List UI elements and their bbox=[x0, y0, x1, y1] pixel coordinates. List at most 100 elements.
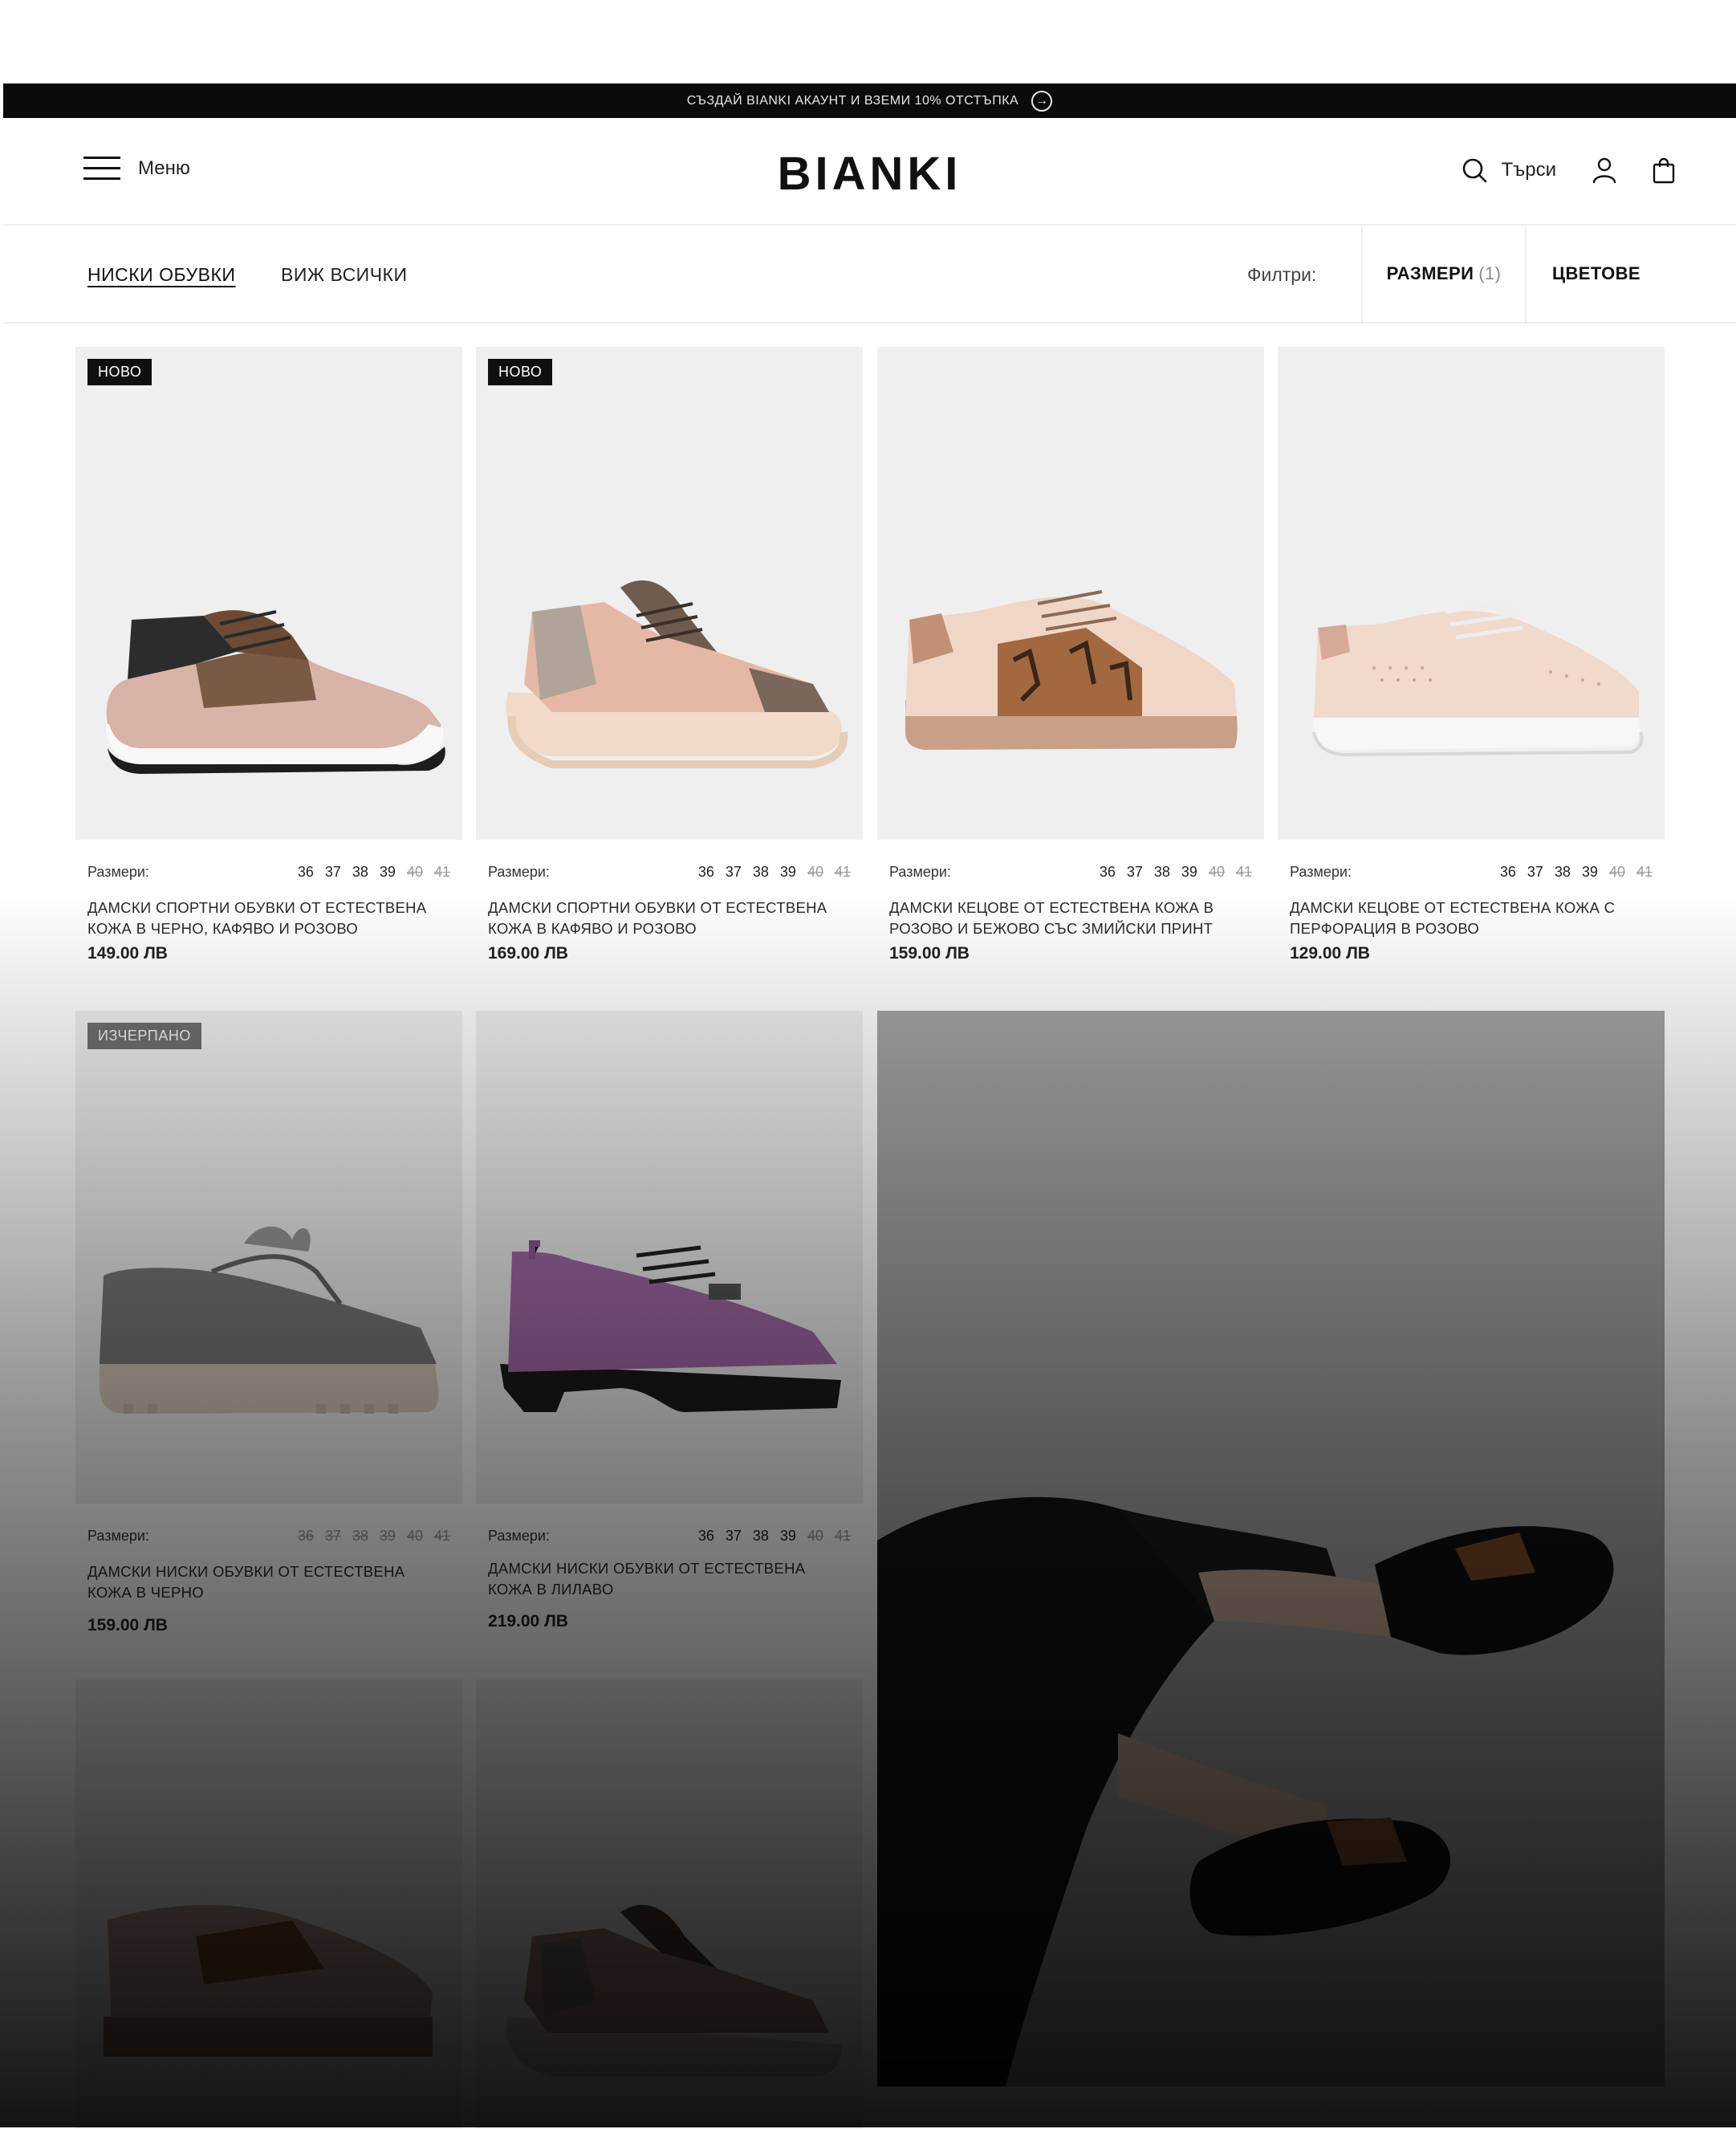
size-option-unavailable: 40 bbox=[807, 1528, 823, 1544]
product-title[interactable]: ДАМСКИ КЕЦОВЕ ОТ ЕСТЕСТВЕНА КОЖА С ПЕРФО… bbox=[1290, 898, 1655, 939]
sizes-label: Размери: bbox=[87, 1528, 149, 1544]
product-card[interactable]: ИЗЧЕРПАНО Размери: 36 37 38 39 40 41 ДАМ… bbox=[75, 1011, 462, 1645]
promo-text: СЪЗДАЙ BIANKI АКАУНТ И ВЗЕМИ 10% ОТСТЪПК… bbox=[686, 93, 1019, 108]
product-image[interactable] bbox=[877, 347, 1264, 840]
product-card[interactable] bbox=[75, 1679, 462, 2129]
product-title[interactable]: ДАМСКИ НИСКИ ОБУВКИ ОТ ЕСТЕСТВЕНА КОЖА В… bbox=[488, 1558, 853, 1600]
size-option[interactable]: 37 bbox=[1127, 864, 1143, 881]
size-list: 36 37 38 39 40 41 bbox=[1500, 864, 1653, 881]
size-option-unavailable: 38 bbox=[352, 1528, 368, 1544]
sizes-row: Размери: 36 37 38 39 40 41 bbox=[87, 864, 450, 883]
size-option[interactable]: 39 bbox=[780, 864, 796, 881]
sizes-row: Размери: 36 37 38 39 40 41 bbox=[488, 864, 851, 883]
badge-sold-out: ИЗЧЕРПАНО bbox=[87, 1023, 201, 1049]
product-card[interactable]: НОВО Размери: 36 37 38 39 40 41 ДАМСКИ С… bbox=[476, 347, 863, 981]
filters-label: Филтри: bbox=[1247, 264, 1317, 285]
size-option-unavailable: 40 bbox=[807, 864, 823, 880]
shoe-illustration bbox=[905, 590, 1238, 750]
size-option-unavailable: 41 bbox=[433, 1528, 450, 1544]
size-option-unavailable: 40 bbox=[1608, 864, 1625, 880]
size-option[interactable]: 38 bbox=[753, 1528, 769, 1545]
product-card[interactable] bbox=[476, 1679, 863, 2129]
size-option[interactable]: 39 bbox=[1582, 864, 1598, 881]
shopping-bag-icon[interactable] bbox=[1653, 157, 1675, 184]
size-list: 36 37 38 39 40 41 bbox=[1100, 864, 1252, 881]
sizes-row: Размери: 36 37 38 39 40 41 bbox=[889, 864, 1252, 883]
product-card[interactable]: НОВО Размери: 36 37 38 39 40 41 ДАМСКИ С… bbox=[75, 347, 462, 981]
product-card[interactable]: Размери: 36 37 38 39 40 41 ДАМСКИ НИСКИ … bbox=[476, 1011, 863, 1645]
size-list: 36 37 38 39 40 41 bbox=[698, 864, 851, 881]
product-title[interactable]: ДАМСКИ СПОРТНИ ОБУВКИ ОТ ЕСТЕСТВЕНА КОЖА… bbox=[87, 898, 453, 939]
shoe-illustration bbox=[100, 1226, 439, 1414]
product-card[interactable]: Размери: 36 37 38 39 40 41 ДАМСКИ КЕЦОВЕ… bbox=[1278, 347, 1665, 981]
category-view-all[interactable]: ВИЖ ВСИЧКИ bbox=[281, 264, 407, 286]
product-price: 219.00 ЛВ bbox=[488, 1612, 568, 1630]
sizes-row: Размери: 36 37 38 39 40 41 bbox=[87, 1528, 450, 1547]
shoe-illustration bbox=[106, 610, 445, 774]
size-option[interactable]: 39 bbox=[380, 864, 396, 881]
product-title[interactable]: ДАМСКИ НИСКИ ОБУВКИ ОТ ЕСТЕСТВЕНА КОЖА В… bbox=[87, 1561, 453, 1603]
product-price: 129.00 ЛВ bbox=[1290, 944, 1370, 963]
product-image[interactable] bbox=[1278, 347, 1665, 840]
size-option-unavailable: 41 bbox=[1235, 864, 1252, 880]
shoe-illustration bbox=[506, 580, 848, 768]
size-list: 36 37 38 39 40 41 bbox=[698, 1528, 851, 1545]
product-title[interactable]: ДАМСКИ КЕЦОВЕ ОТ ЕСТЕСТВЕНА КОЖА В РОЗОВ… bbox=[889, 898, 1254, 939]
shoe-illustration bbox=[506, 1905, 842, 2077]
size-option-unavailable: 41 bbox=[1636, 864, 1653, 880]
size-option[interactable]: 36 bbox=[298, 864, 314, 881]
size-option[interactable]: 37 bbox=[726, 1528, 742, 1545]
search-label: Търси bbox=[1501, 159, 1556, 181]
product-card[interactable]: Размери: 36 37 38 39 40 41 ДАМСКИ КЕЦОВЕ… bbox=[877, 347, 1264, 981]
size-option[interactable]: 38 bbox=[753, 864, 769, 881]
size-option-unavailable: 39 bbox=[379, 1528, 396, 1544]
sizes-filter-button[interactable]: РАЗМЕРИ (1) bbox=[1361, 226, 1525, 322]
search-button[interactable]: Търси bbox=[1462, 157, 1574, 183]
shoe-illustration bbox=[1312, 600, 1644, 757]
product-image[interactable]: НОВО bbox=[75, 347, 462, 840]
product-image[interactable] bbox=[476, 1011, 863, 1504]
size-option[interactable]: 39 bbox=[780, 1528, 796, 1545]
promo-bar[interactable]: СЪЗДАЙ BIANKI АКАУНТ И ВЗЕМИ 10% ОТСТЪПК… bbox=[3, 83, 1736, 118]
shoe-illustration bbox=[500, 1240, 841, 1412]
category-low-shoes[interactable]: НИСКИ ОБУВКИ bbox=[87, 264, 235, 286]
colors-filter-button[interactable]: ЦВЕТОВЕ bbox=[1525, 226, 1666, 322]
site-header: Меню BIANKI Търси bbox=[3, 118, 1736, 226]
size-option[interactable]: 37 bbox=[1527, 864, 1543, 881]
sizes-label: Размери: bbox=[488, 864, 550, 880]
sizes-row: Размери: 36 37 38 39 40 41 bbox=[1290, 864, 1653, 883]
product-image[interactable] bbox=[476, 1679, 863, 2129]
product-title[interactable]: ДАМСКИ СПОРТНИ ОБУВКИ ОТ ЕСТЕСТВЕНА КОЖА… bbox=[488, 898, 853, 939]
sizes-row: Размери: 36 37 38 39 40 41 bbox=[488, 1528, 851, 1547]
product-image[interactable] bbox=[75, 1679, 462, 2129]
size-option-unavailable: 37 bbox=[324, 1528, 341, 1544]
sizes-filter-label: РАЗМЕРИ bbox=[1386, 263, 1474, 283]
campaign-image[interactable] bbox=[877, 1011, 1665, 2086]
size-option-unavailable: 40 bbox=[406, 1528, 423, 1544]
size-option[interactable]: 38 bbox=[352, 864, 368, 881]
size-option[interactable]: 38 bbox=[1555, 864, 1571, 881]
user-icon[interactable] bbox=[1592, 157, 1617, 184]
product-price: 159.00 ЛВ bbox=[889, 944, 970, 963]
product-image[interactable]: НОВО bbox=[476, 347, 863, 840]
size-option-unavailable: 41 bbox=[834, 864, 851, 880]
product-price: 149.00 ЛВ bbox=[87, 944, 168, 963]
header-tools: Търси bbox=[1462, 157, 1675, 184]
size-option-unavailable: 40 bbox=[1208, 864, 1225, 880]
size-option[interactable]: 36 bbox=[698, 864, 714, 881]
colors-filter-label: ЦВЕТОВЕ bbox=[1552, 263, 1640, 283]
arrow-right-circle-icon[interactable]: → bbox=[1031, 90, 1053, 112]
size-option-unavailable: 40 bbox=[406, 864, 423, 880]
size-option-unavailable: 36 bbox=[297, 1528, 314, 1544]
size-option[interactable]: 39 bbox=[1181, 864, 1197, 881]
size-option[interactable]: 37 bbox=[325, 864, 341, 881]
size-option[interactable]: 36 bbox=[1100, 864, 1116, 881]
sizes-label: Размери: bbox=[87, 864, 149, 880]
size-option[interactable]: 36 bbox=[698, 1528, 714, 1545]
size-option[interactable]: 36 bbox=[1500, 864, 1516, 881]
size-option[interactable]: 38 bbox=[1154, 864, 1170, 881]
sizes-label: Размери: bbox=[1290, 864, 1352, 880]
size-option[interactable]: 37 bbox=[726, 864, 742, 881]
size-list: 36 37 38 39 40 41 bbox=[298, 864, 450, 881]
product-image[interactable]: ИЗЧЕРПАНО bbox=[75, 1011, 462, 1504]
